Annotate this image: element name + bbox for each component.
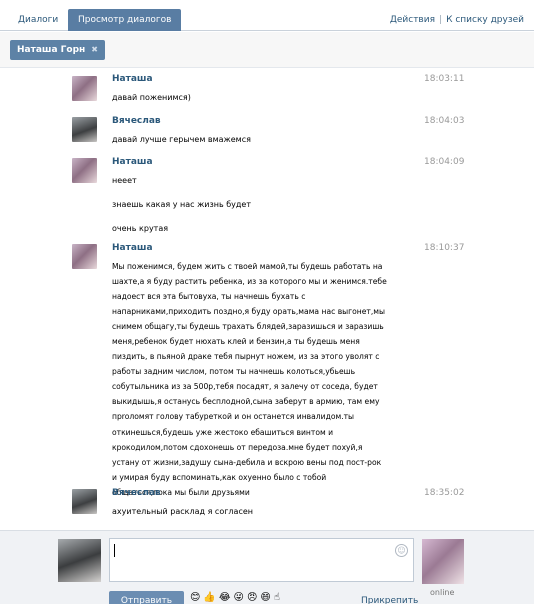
message-list: Наташа 18:03:11 давай поженимся) Вячесла… [0,69,534,530]
message-author[interactable]: Наташа [112,74,153,84]
message-line: Мы поженимся, будем жить с твоей мамой,т… [112,262,383,271]
peer-avatar[interactable] [422,539,464,584]
message-line: надоест вся эта бытовуха, ты начнешь бух… [112,292,306,302]
message-line: откинешься,будешь уже жестоко ебашиться … [112,427,334,437]
participant-filter-chip[interactable]: Наташа Горн ✖ [10,40,105,60]
tab-dialogs[interactable]: Диалоги [9,9,67,31]
message-line: выкидышь,я останусь бесплодной,сына забе… [112,397,380,407]
text-caret [114,544,115,557]
actions-link[interactable]: Действия [390,15,435,25]
message-text: давай лучше герычем вмажемся [112,132,412,147]
message-input[interactable]: ☺ [109,538,414,582]
message-composer: ☺ online Отправить 😊👍😂😜😠😄☝ Прикрепить [0,530,534,604]
link-separator: | [439,15,443,25]
chip-label: Наташа Горн [17,45,86,55]
message-time: 18:04:09 [424,157,465,167]
attach-link[interactable]: Прикрепить [361,596,418,604]
message-author[interactable]: Наташа [112,243,153,253]
message-author[interactable]: Вячеслав [112,116,161,126]
message-line: собутыльника из за 500р,тебя посадят, я … [112,382,378,392]
tab-view-dialogs[interactable]: Просмотр диалогов [68,9,182,31]
message-text: Мы поженимся, будем жить с твоей мамой,т… [112,259,412,500]
message-line: знаешь какая у нас жизнь будет [112,200,251,209]
message-line: пиздить, в пьяной драке тебя пырнут ноже… [112,352,380,362]
message-text: ахуительный расклад я согласен [112,504,412,519]
message-line: шахте,а я буду растить ребенка, из за ко… [112,277,387,287]
message-line: работы задним числом, потом ты начнешь к… [112,367,356,377]
my-avatar[interactable] [58,539,101,582]
message-line: очень крутая [112,224,169,233]
message-time: 18:03:11 [424,74,465,84]
message-line: ахуительный расклад я согласен [112,507,253,516]
message-line: давай лучше герычем вмажемся [112,135,251,144]
message-time: 18:04:03 [424,116,465,126]
message-line: напарниками,приходить поздно,я буду орат… [112,307,385,317]
avatar[interactable] [72,158,97,183]
avatar[interactable] [72,117,97,142]
message-line: меня,ребенок будет нюхать клей и бензин,… [112,337,360,347]
message-text: нееет знаешь какая у нас жизнь будет оче… [112,173,412,236]
message-line: давай поженимся) [112,93,191,102]
tab-bar: Диалоги Просмотр диалогов Действия | К спи… [0,0,534,31]
message-author[interactable]: Вячеслав [112,488,161,498]
send-button[interactable]: Отправить [109,591,184,604]
emoji-bar[interactable]: 😊👍😂😜😠😄☝ [190,592,283,603]
online-status: online [430,588,455,597]
smile-icon[interactable]: ☺ [395,544,408,557]
message-line: пproломят голову табуреткой и он останет… [112,412,355,422]
filter-bar: Наташа Горн ✖ [0,32,534,68]
friends-list-link[interactable]: К списку друзей [446,15,524,25]
message-line: устану от жизни,задушу сына-дебила и вск… [112,457,382,467]
avatar[interactable] [72,244,97,269]
avatar[interactable] [72,489,97,514]
message-text: давай поженимся) [112,90,412,105]
close-icon[interactable]: ✖ [91,45,98,54]
tab-right-links: Действия | К списку друзей [390,9,524,31]
message-line: нееет [112,176,137,185]
message-line: крокодилом,потом сдохонешь от передоза.м… [112,442,363,452]
avatar[interactable] [72,76,97,101]
message-line: снимем общагу,ты будешь трахать блядей,з… [112,322,384,332]
message-time: 18:35:02 [424,488,465,498]
message-author[interactable]: Наташа [112,157,153,167]
message-line: и умирая буду вспоминать,как охуенно был… [112,472,327,482]
message-time: 18:10:37 [424,243,465,253]
